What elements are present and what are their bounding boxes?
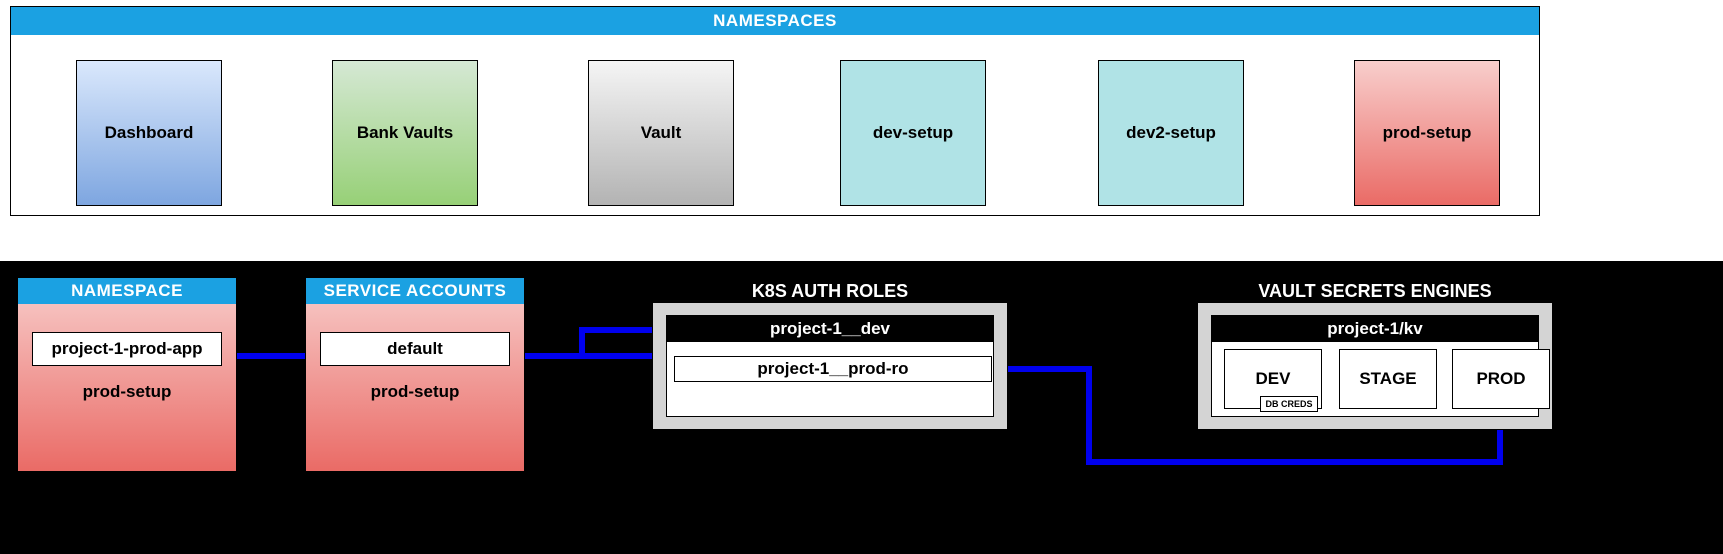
role-entry-prod-ro: project-1__prod-ro (674, 356, 992, 382)
db-creds-label: DB CREDS (1260, 396, 1318, 412)
vault-secrets-title: VAULT SECRETS ENGINES (1197, 281, 1553, 302)
namespace-box-dashboard: Dashboard (76, 60, 222, 206)
roles-inner-header: project-1__dev (667, 316, 993, 342)
service-accounts-card: SERVICE ACCOUNTS default prod-setup (305, 277, 525, 472)
namespace-box-dev2-setup: dev2-setup (1098, 60, 1244, 206)
namespaces-panel: NAMESPACES (10, 6, 1540, 216)
k8s-auth-roles-title: K8S AUTH ROLES (652, 281, 1008, 302)
namespace-box-prod-setup: prod-setup (1354, 60, 1500, 206)
secret-box-stage: STAGE (1339, 349, 1437, 409)
namespace-card-title: NAMESPACE (18, 278, 236, 304)
namespace-box-vault: Vault (588, 60, 734, 206)
service-account-default: default (320, 332, 510, 366)
service-accounts-title: SERVICE ACCOUNTS (306, 278, 524, 304)
namespace-box-bank-vaults: Bank Vaults (332, 60, 478, 206)
namespace-box-dev-setup: dev-setup (840, 60, 986, 206)
namespace-card-app: project-1-prod-app (32, 332, 222, 366)
secrets-inner-header: project-1/kv (1212, 316, 1538, 342)
secret-box-prod: PROD (1452, 349, 1550, 409)
service-accounts-sub: prod-setup (306, 382, 524, 402)
namespaces-title: NAMESPACES (11, 7, 1539, 35)
namespace-card-sub: prod-setup (18, 382, 236, 402)
namespace-card: NAMESPACE project-1-prod-app prod-setup (17, 277, 237, 472)
